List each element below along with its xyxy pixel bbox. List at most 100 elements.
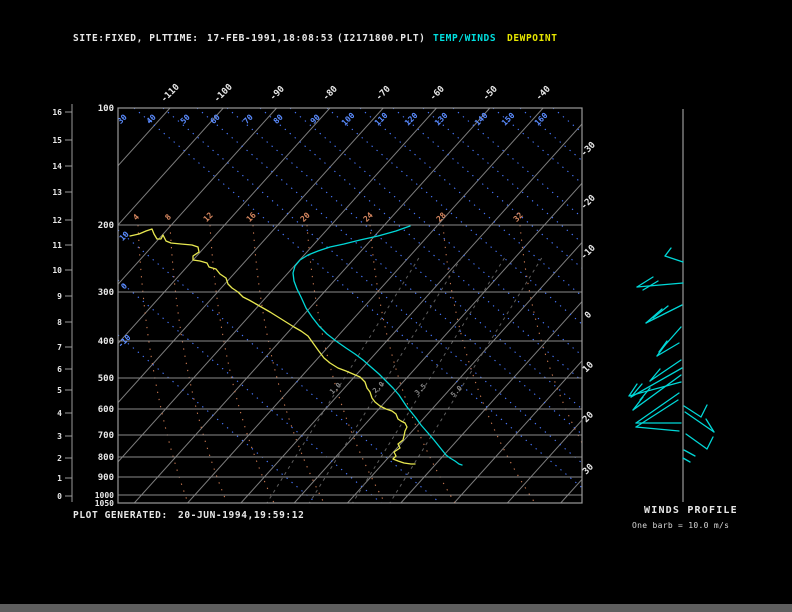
- mixing-ratio-label: 5.0: [449, 384, 464, 399]
- moist-adiabat-line: [519, 224, 582, 444]
- dewpoint-polyline: [129, 228, 416, 465]
- moist-adiabat-label: 4: [131, 212, 141, 222]
- isotherm-lines: [118, 108, 582, 503]
- plot-generated-value: 20-JUN-1994,19:59:12: [178, 510, 305, 521]
- dry-adiabat-label: 160: [533, 111, 550, 128]
- height-label: 0: [57, 492, 62, 501]
- isotherm-line: [453, 360, 582, 503]
- wind-barb-segment: [705, 418, 715, 433]
- pressure-label: 100: [98, 104, 114, 114]
- pressure-label: 600: [98, 405, 114, 415]
- wind-barb-segment: [645, 304, 683, 324]
- pressure-label: 200: [98, 221, 114, 231]
- dry-adiabat-label: 50: [179, 113, 192, 126]
- dry-adiabat-label: 140: [473, 111, 490, 128]
- moist-adiabat-label: 8: [163, 212, 173, 222]
- wind-barb-segment: [685, 433, 708, 450]
- temperature-polyline: [292, 225, 463, 466]
- dry-adiabat-line: [118, 334, 317, 503]
- wind-barb-segment: [683, 405, 702, 418]
- height-label: 15: [52, 136, 62, 145]
- height-label: 10: [52, 266, 62, 275]
- moist-adiabat-label: 12: [202, 211, 215, 224]
- dry-adiabat-line: [422, 108, 582, 244]
- dry-adiabat-line: [226, 108, 582, 410]
- dry-adiabat-line: [359, 108, 582, 297]
- right-temp-label: 20: [581, 410, 596, 425]
- wind-barb-segment: [700, 404, 708, 418]
- isotherm-line: [347, 241, 582, 503]
- moist-adiabat-line: [442, 224, 536, 503]
- isotherm-line: [293, 182, 582, 503]
- moist-adiabat-label: 24: [362, 211, 375, 224]
- dry-adiabat-label: 10: [118, 230, 131, 243]
- height-label: 8: [57, 318, 62, 327]
- plot-generated-label: PLOT GENERATED:: [73, 510, 168, 521]
- wind-barb-segment: [664, 255, 684, 263]
- dry-adiabat-label: 110: [373, 111, 390, 128]
- moist-adiabat-line: [137, 224, 189, 503]
- height-axis: 012345678910111213141516: [52, 104, 73, 502]
- height-label: 11: [52, 241, 62, 250]
- right-temp-label: 10: [581, 360, 596, 375]
- dry-adiabat-label: 60: [209, 113, 222, 126]
- temperature-trace: [292, 225, 463, 466]
- pressure-label: 500: [98, 374, 114, 384]
- right-temp-label: 30: [581, 462, 596, 477]
- mixing-ratio-line: [389, 257, 543, 503]
- dry-adiabat-label: 130: [433, 111, 450, 128]
- top-temp-label: -80: [321, 84, 340, 103]
- dry-adiabat-line: [392, 108, 582, 269]
- background-lines: 30 40 50 60 70 80 90 100 110 120 130 140 150 160100-1…: [118, 108, 582, 503]
- dry-adiabat-label: 90: [309, 113, 322, 126]
- dry-adiabat-line: [162, 108, 582, 464]
- moist-adiabat-label: 20: [299, 211, 312, 224]
- wind-barb-segment: [684, 411, 715, 433]
- isotherm-line: [560, 478, 582, 503]
- height-label: 16: [52, 108, 62, 117]
- top-temp-label: -100: [212, 82, 234, 104]
- moist-adiabat-line: [369, 224, 456, 503]
- dry-adiabat-label: 0: [119, 281, 129, 291]
- moist-adiabat-label: 28: [435, 211, 448, 224]
- wind-barb-segment: [682, 457, 691, 463]
- in-plot-labels: 30 40 50 60 70 80 90 100 110 120 130 140 150 160100-1…: [118, 111, 550, 399]
- height-label: 2: [57, 454, 62, 463]
- height-label: 3: [57, 432, 62, 441]
- height-label: 12: [52, 216, 62, 225]
- moist-adiabat-label: 32: [512, 211, 525, 224]
- dry-adiabat-label: 80: [272, 113, 285, 126]
- pressure-label: 800: [98, 453, 114, 463]
- height-label: 4: [57, 409, 62, 418]
- dry-adiabat-label: 70: [242, 113, 255, 126]
- top-temperature-labels: -110 -100 -90 -80 -70 -60 -50 -40: [159, 82, 552, 104]
- dry-adiabat-label: 120: [403, 111, 420, 128]
- isotherm-line: [507, 419, 582, 503]
- mixing-ratio-label: 2.0: [371, 380, 386, 395]
- skewt-app-window: SITE: FIXED, PLT TIME: 17-FEB-1991,18:08…: [0, 0, 792, 612]
- dewpoint-trace: [129, 228, 416, 465]
- wind-barb-profile: [628, 109, 715, 502]
- bottom-bar: [0, 604, 792, 612]
- dry-adiabat-line: [452, 108, 582, 219]
- moist-adiabat-line: [306, 224, 386, 503]
- moist-adiabat-line: [209, 224, 275, 503]
- pressure-label: 900: [98, 473, 114, 483]
- top-temp-label: -60: [428, 84, 447, 103]
- pressure-label: 300: [98, 288, 114, 298]
- isotherm-line: [187, 108, 544, 503]
- dry-adiabat-line: [552, 108, 582, 134]
- right-temp-label: 0: [583, 310, 594, 321]
- dry-adiabat-label: 100: [340, 111, 357, 128]
- dry-adiabat-label: 150: [500, 111, 517, 128]
- wind-barb-segment: [706, 436, 714, 450]
- height-label: 7: [57, 343, 62, 352]
- wind-barb-segment: [683, 449, 696, 457]
- dry-adiabat-line: [118, 229, 441, 503]
- isotherm-line: [118, 108, 224, 226]
- top-temp-label: -50: [481, 84, 500, 103]
- pressure-label: 700: [98, 431, 114, 441]
- top-temp-label: -110: [159, 82, 181, 104]
- top-temp-label: -70: [374, 84, 393, 103]
- pressure-axis-labels: 10020030040050060070080090010001050: [95, 104, 114, 508]
